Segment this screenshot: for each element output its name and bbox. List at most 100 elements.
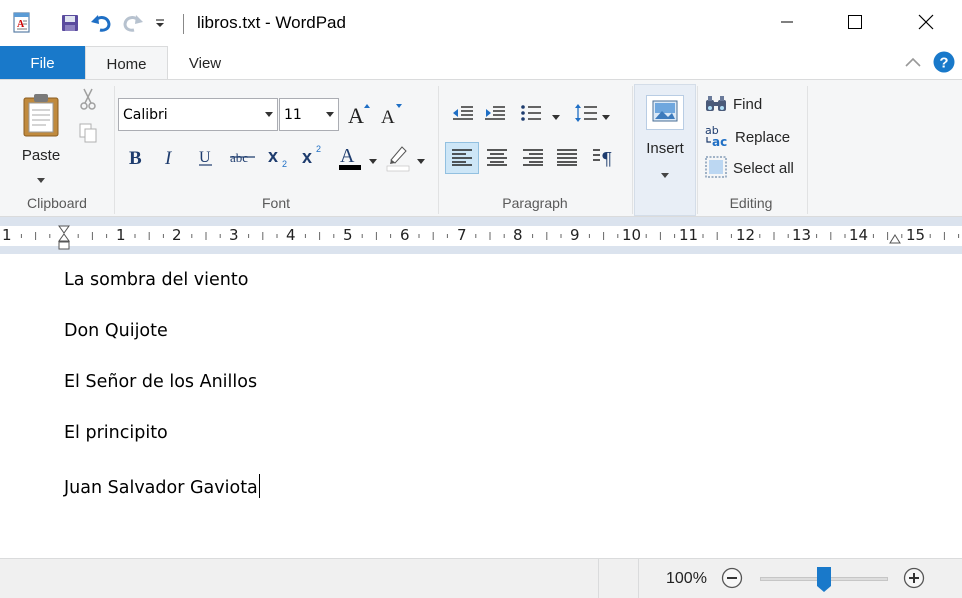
ruler-number: 13 (792, 226, 812, 244)
ruler-ticks (20, 232, 960, 240)
title-separator (183, 14, 184, 34)
document-line-last[interactable]: Juan Salvador Gaviota (64, 474, 260, 498)
font-group-label: Font (261, 195, 290, 211)
svg-text:2: 2 (316, 144, 321, 154)
increase-indent-button[interactable] (482, 102, 508, 126)
ruler-number: 3 (229, 226, 239, 244)
status-separator (598, 559, 599, 598)
ruler-number: 4 (286, 226, 296, 244)
picture-icon (646, 95, 684, 130)
paragraph-button[interactable]: ¶ (588, 142, 620, 174)
document-line[interactable]: Don Quijote (64, 321, 168, 341)
window-title: libros.txt - WordPad (197, 13, 346, 32)
svg-text:2: 2 (282, 159, 287, 168)
save-icon[interactable] (58, 0, 82, 46)
grow-font-button[interactable]: A (344, 100, 374, 130)
insert-button[interactable]: Insert (634, 84, 696, 216)
left-indent-marker[interactable] (58, 233, 70, 254)
font-color-dropdown[interactable] (367, 154, 379, 164)
zoom-in-button[interactable] (901, 566, 927, 592)
tab-file[interactable]: File (0, 46, 85, 80)
help-button[interactable]: ? (932, 51, 956, 75)
binoculars-icon (705, 94, 727, 115)
font-family-value: Calibri (123, 106, 168, 123)
group-separator (807, 86, 808, 214)
font-size-select[interactable]: 11 (279, 98, 339, 131)
font-family-select[interactable]: Calibri (118, 98, 278, 131)
align-right-icon (522, 148, 544, 169)
subscript-button[interactable]: x2 (264, 144, 294, 172)
decrease-indent-icon (452, 105, 474, 124)
collapse-ribbon-button[interactable] (900, 52, 926, 74)
chevron-down-icon (661, 165, 669, 181)
ruler-number: 15 (906, 226, 926, 244)
text-caret (258, 474, 260, 498)
redo-icon[interactable] (120, 0, 146, 46)
highlight-button[interactable] (382, 142, 414, 174)
shrink-font-button[interactable]: A (376, 100, 406, 130)
wordpad-app-icon[interactable]: A (8, 0, 36, 46)
maximize-button[interactable] (832, 0, 878, 46)
ruler[interactable]: 1 1 2 3 4 5 6 7 8 9 10 11 12 13 14 15 (0, 225, 962, 250)
copy-icon (79, 123, 97, 146)
copy-button[interactable] (76, 122, 100, 146)
ruler-number: 5 (343, 226, 353, 244)
customize-dropdown-icon[interactable] (150, 0, 170, 46)
close-button[interactable] (903, 0, 949, 46)
document-line[interactable]: La sombra del viento (64, 270, 248, 290)
replace-button[interactable]: ab ac Replace (705, 124, 805, 150)
document-area[interactable]: La sombra del viento Don Quijote El Seño… (0, 254, 962, 558)
paste-dropdown-icon[interactable] (37, 170, 45, 186)
group-separator (632, 86, 633, 214)
chevron-down-icon (265, 112, 273, 117)
zoom-out-icon (721, 567, 743, 592)
justify-button[interactable] (551, 142, 583, 174)
svg-text:?: ? (939, 54, 948, 71)
align-center-button[interactable] (481, 142, 513, 174)
line-spacing-button[interactable] (572, 102, 600, 126)
align-left-button[interactable] (445, 142, 479, 174)
increase-indent-icon (484, 105, 506, 124)
font-color-icon: A (336, 142, 364, 175)
scissors-icon (79, 88, 97, 113)
svg-text:A: A (348, 103, 364, 127)
document-line[interactable]: El Señor de los Anillos (64, 372, 257, 392)
document-line-text: Juan Salvador Gaviota (64, 478, 258, 498)
paste-button[interactable]: Paste (14, 88, 68, 184)
bold-button[interactable]: B (122, 144, 150, 172)
zoom-level-text: 100% (666, 570, 707, 587)
clipboard-paste-icon (21, 92, 61, 141)
document-line[interactable]: El principito (64, 423, 168, 443)
select-all-button[interactable]: Select all (705, 156, 805, 180)
highlight-dropdown[interactable] (415, 154, 427, 164)
svg-text:¶: ¶ (601, 149, 612, 167)
ruler-number: 6 (400, 226, 410, 244)
minimize-button[interactable] (764, 0, 810, 46)
undo-icon[interactable] (88, 0, 114, 46)
zoom-out-button[interactable] (719, 566, 745, 592)
line-spacing-dropdown[interactable] (600, 110, 612, 120)
cut-button[interactable] (76, 88, 100, 112)
align-right-button[interactable] (517, 142, 549, 174)
find-button[interactable]: Find (705, 92, 805, 116)
shrink-font-icon: A (378, 101, 404, 130)
bullet-list-icon (520, 104, 542, 125)
right-indent-marker[interactable] (889, 233, 901, 249)
replace-icon: ab ac (705, 124, 729, 151)
tab-home[interactable]: Home (85, 46, 168, 81)
font-color-button[interactable]: A (334, 142, 366, 174)
bullets-button[interactable] (518, 102, 544, 126)
underline-button[interactable]: U (192, 144, 220, 172)
strikethrough-button[interactable]: abc (227, 144, 259, 172)
tab-view[interactable]: View (168, 46, 242, 80)
clipboard-group-label: Clipboard (27, 195, 87, 211)
italic-button[interactable]: I (156, 144, 184, 172)
svg-text:ac: ac (712, 135, 727, 148)
find-label: Find (733, 95, 763, 113)
decrease-indent-button[interactable] (450, 102, 476, 126)
bullets-dropdown[interactable] (550, 110, 562, 120)
title-bar: A libros.txt - WordPad (0, 0, 962, 46)
superscript-button[interactable]: x2 (298, 142, 328, 170)
zoom-slider[interactable] (760, 566, 888, 592)
zoom-slider-thumb[interactable] (816, 566, 832, 596)
